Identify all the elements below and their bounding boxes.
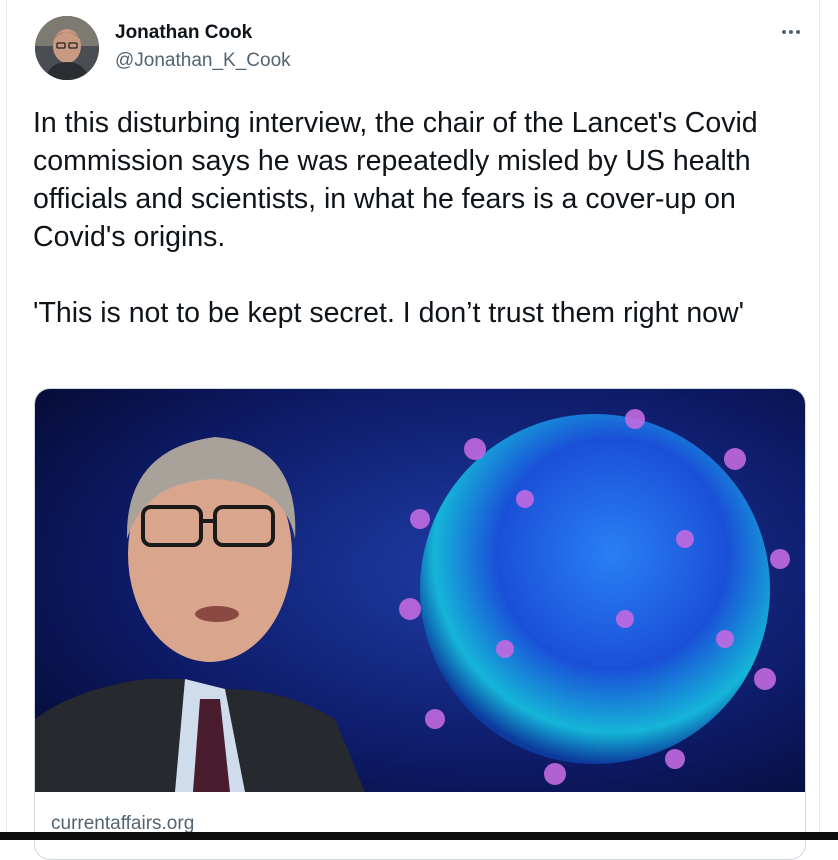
link-card[interactable]: currentaffairs.org (34, 388, 806, 860)
more-dot (789, 30, 793, 34)
more-dot (796, 30, 800, 34)
more-options-button[interactable] (773, 20, 809, 44)
author-avatar[interactable] (35, 16, 99, 80)
tweet-container: Jonathan Cook @Jonathan_K_Cook In this d… (6, 0, 820, 860)
more-horizontal-icon (782, 30, 786, 34)
tweet-text: In this disturbing interview, the chair … (33, 107, 758, 329)
author-handle[interactable]: @Jonathan_K_Cook (115, 50, 291, 72)
author-name[interactable]: Jonathan Cook (115, 22, 252, 44)
taskbar-edge (0, 832, 838, 840)
person-avatar-icon (35, 16, 99, 80)
article-thumbnail-image (35, 389, 805, 792)
